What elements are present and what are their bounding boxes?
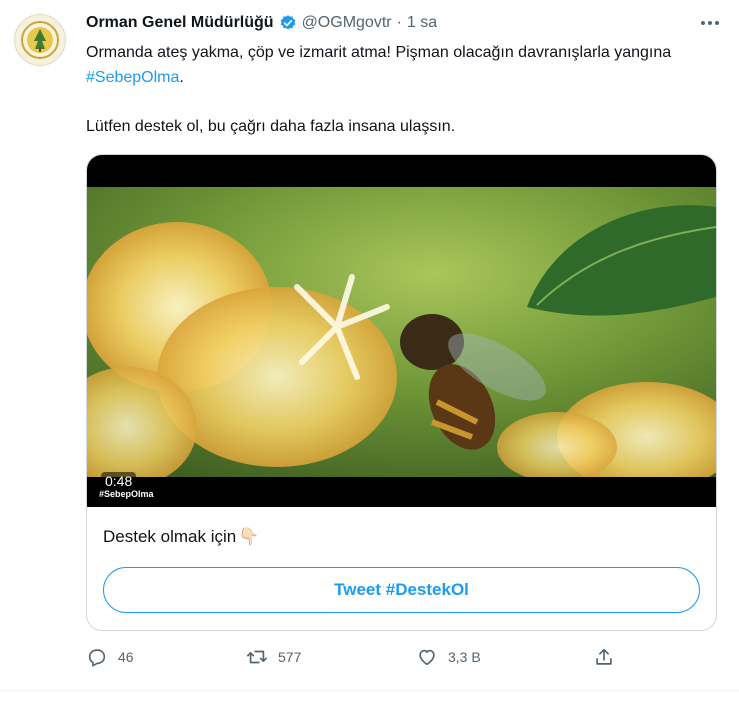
tweet-text-prefix: Ormanda ateş yakma, çöp ve izmarit atma!… [86,44,672,61]
divider [0,690,739,691]
pointing-down-emoji: 👇🏻 [238,527,260,546]
tweet-time[interactable]: 1 sa [407,14,437,32]
reply-icon [88,649,106,667]
video-frame-image [87,187,716,477]
tweet-destekol-button[interactable]: Tweet #DestekOl [103,567,700,613]
tweet-text: Ormanda ateş yakma, çöp ve izmarit atma!… [86,40,716,139]
author-name[interactable]: Orman Genel Müdürlüğü [86,14,274,32]
author-handle[interactable]: @OGMgovtr [302,14,392,32]
card-text: Destek olmak için 👇🏻 [103,527,259,547]
like-icon [419,649,435,666]
separator-dot: · [396,14,402,31]
card-text-label: Destek olmak için [103,527,237,546]
like-action[interactable]: 3,3 B [416,646,481,668]
video-caption: #SebepOlma [99,489,154,499]
share-action[interactable] [593,646,615,668]
ogm-logo [17,17,63,63]
retweet-action[interactable]: 577 [246,646,301,668]
reply-action[interactable]: 46 [86,646,134,668]
tweet-header: Orman Genel Müdürlüğü @OGMgovtr · 1 sa [86,12,437,34]
verified-badge-icon [279,14,297,32]
media-card[interactable]: 0:48 #SebepOlma Destek olmak için 👇🏻 Twe… [86,154,717,631]
tweet-text-line2: Lütfen destek ol, bu çağrı daha fazla in… [86,118,456,135]
more-icon[interactable] [695,10,725,36]
retweet-count: 577 [278,649,302,665]
avatar[interactable] [14,14,66,66]
tweet-text-suffix: . [179,69,184,86]
video-duration: 0:48 [101,472,137,490]
like-count: 3,3 B [448,649,481,665]
tweet-actions: 46 577 3,3 B [86,646,716,674]
hashtag-link[interactable]: #SebepOlma [86,69,179,86]
reply-count: 46 [118,649,134,665]
retweet-icon [247,650,267,664]
video-player[interactable]: 0:48 #SebepOlma [87,155,716,507]
share-icon [596,648,612,665]
